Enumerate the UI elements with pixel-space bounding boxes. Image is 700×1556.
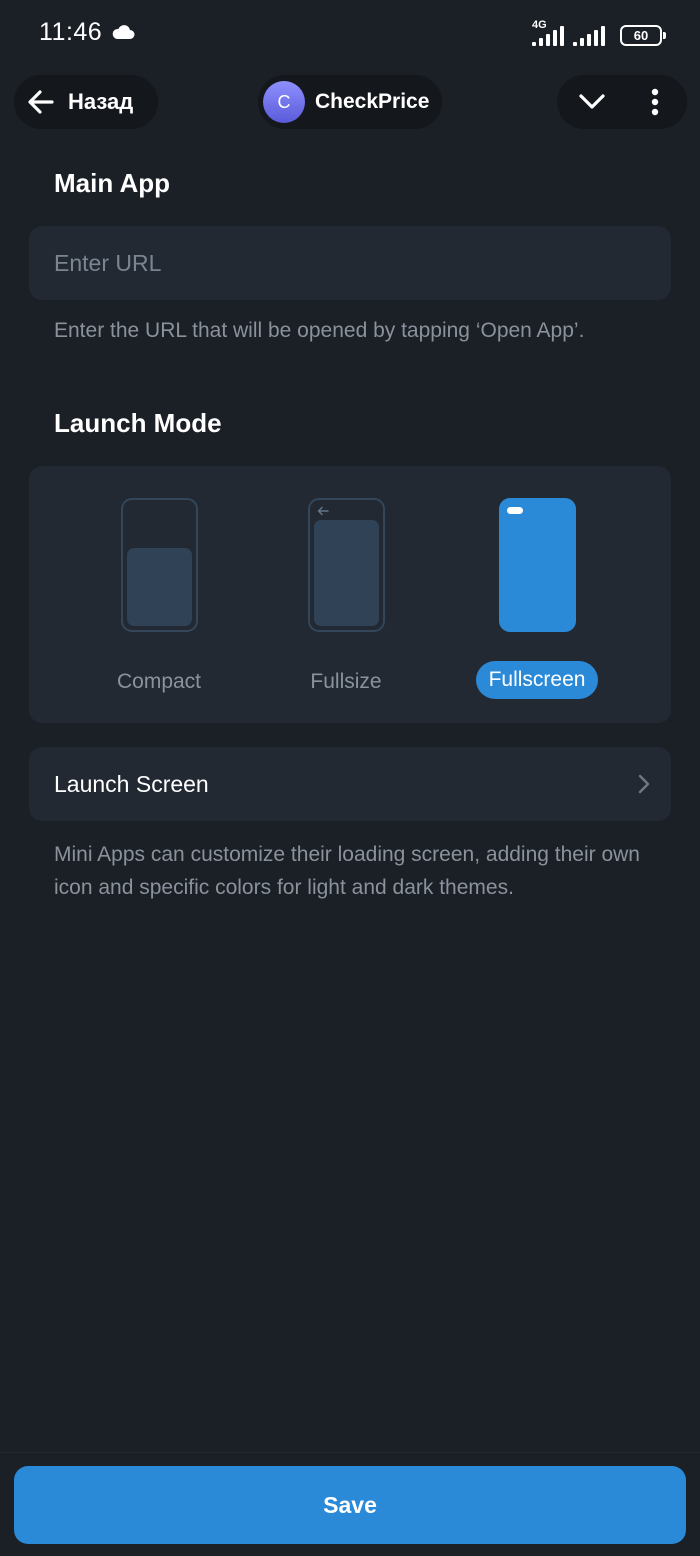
signal-icon xyxy=(532,26,564,46)
back-button-label: Назад xyxy=(68,89,134,114)
cloud-icon xyxy=(112,25,135,39)
chevron-right-icon xyxy=(638,774,650,794)
more-options-button[interactable] xyxy=(641,85,669,119)
launch-screen-label: Launch Screen xyxy=(54,771,209,797)
arrow-left-icon xyxy=(28,90,54,114)
mode-option-fullscreen[interactable]: Fullscreen xyxy=(462,498,612,708)
url-hint: Enter the URL that will be opened by tap… xyxy=(54,319,585,342)
url-input[interactable] xyxy=(29,226,671,300)
signal-icon-secondary xyxy=(573,26,605,46)
collapse-button[interactable] xyxy=(575,87,609,117)
chevron-down-icon xyxy=(579,94,605,109)
compact-phone-icon xyxy=(121,498,198,632)
app-title-chip[interactable]: C CheckPrice xyxy=(258,75,442,129)
launch-screen-row[interactable]: Launch Screen xyxy=(29,747,671,821)
status-time: 11:46 xyxy=(39,18,103,46)
battery-icon: 60 xyxy=(620,25,666,46)
mode-option-compact[interactable]: Compact xyxy=(84,498,234,708)
status-bar: 11:46 4G 60 xyxy=(0,0,700,64)
more-vertical-icon xyxy=(651,88,659,116)
launch-mode-title: Launch Mode xyxy=(54,408,222,438)
back-button[interactable]: Назад xyxy=(14,75,158,129)
save-button[interactable]: Save xyxy=(14,1466,686,1544)
small-arrow-left-icon xyxy=(317,506,329,516)
mode-label-fullsize: Fullsize xyxy=(310,670,382,693)
bot-settings-screen: 11:46 4G 60 Назад C CheckPrice Main App … xyxy=(0,0,700,1556)
battery-level: 60 xyxy=(633,28,649,43)
mode-label-fullscreen: Fullscreen xyxy=(476,661,598,699)
fullsize-phone-icon xyxy=(308,498,385,632)
launch-screen-hint: Mini Apps can customize their loading sc… xyxy=(54,843,640,899)
mode-option-fullsize[interactable]: Fullsize xyxy=(271,498,421,708)
fullscreen-phone-icon xyxy=(499,498,576,632)
header-actions xyxy=(557,75,687,129)
avatar: C xyxy=(263,81,305,123)
main-app-title: Main App xyxy=(54,168,171,198)
status-right-group: 60 xyxy=(532,20,666,46)
launch-mode-card: Compact Fullsize Fullscreen xyxy=(29,466,671,723)
mode-label-compact: Compact xyxy=(116,670,202,693)
app-title: CheckPrice xyxy=(315,90,430,113)
bottom-bar: Save xyxy=(0,1452,700,1556)
